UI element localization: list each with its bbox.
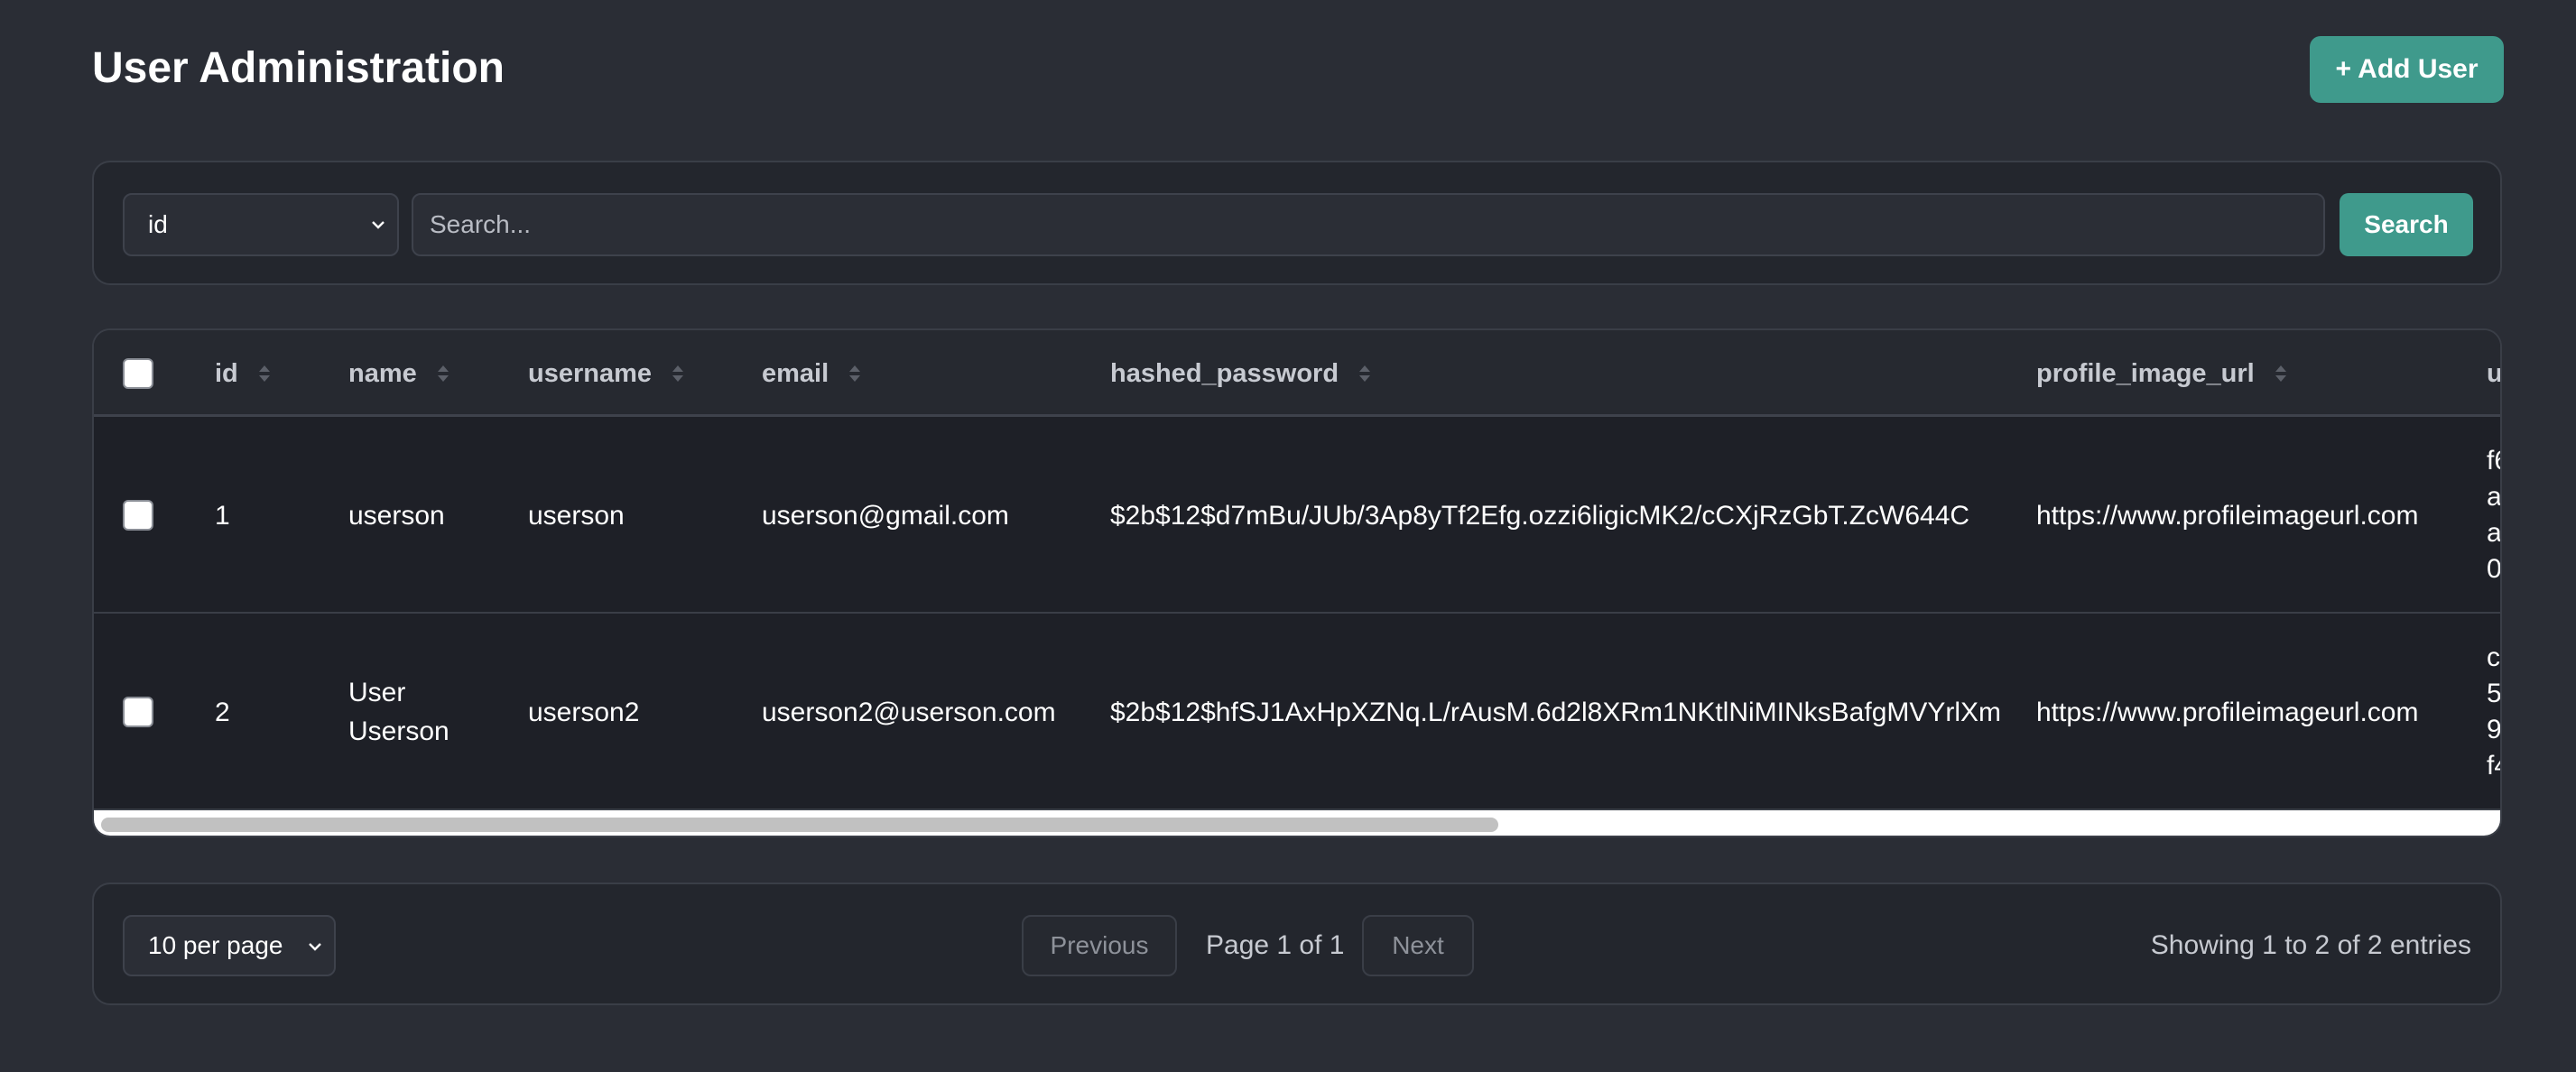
column-header-id[interactable]: id <box>215 330 271 417</box>
per-page-select[interactable]: 10 per page <box>123 915 336 976</box>
column-header-label: u <box>2487 358 2502 388</box>
cell-id: 1 <box>215 500 230 531</box>
entries-summary: Showing 1 to 2 of 2 entries <box>2150 930 2471 960</box>
table-row[interactable]: 2 User Userson userson2 userson2@userson… <box>94 614 2500 810</box>
column-header-email[interactable]: email <box>762 330 861 417</box>
search-panel: id Search <box>92 161 2502 285</box>
page-indicator: Page 1 of 1 <box>1206 930 1345 960</box>
cell-profile-image-url: https://www.profileimageurl.com <box>2036 697 2419 727</box>
cell-hashed-password: $2b$12$hfSJ1AxHpXZNq.L/rAusM.6d2l8XRm1NK… <box>1110 697 2002 727</box>
sort-icon <box>2275 365 2286 382</box>
next-button[interactable]: Next <box>1362 915 1474 976</box>
previous-button[interactable]: Previous <box>1022 915 1177 976</box>
search-field-select[interactable]: id <box>123 193 399 256</box>
column-header-label: name <box>348 358 417 388</box>
sort-icon <box>849 365 861 382</box>
column-header-username[interactable]: username <box>528 330 684 417</box>
cell-username: userson2 <box>528 697 640 727</box>
column-header-hashed-password[interactable]: hashed_password <box>1110 330 1371 417</box>
horizontal-scrollbar[interactable] <box>94 810 2500 836</box>
pagination-bar: 10 per page Previous Page 1 of 1 Next Sh… <box>92 883 2502 1005</box>
cell-id: 2 <box>215 697 230 727</box>
sort-icon <box>672 365 684 382</box>
search-button[interactable]: Search <box>2340 193 2473 256</box>
scrollbar-thumb[interactable] <box>101 818 1498 832</box>
search-field-value: id <box>148 210 168 238</box>
sort-icon <box>1359 365 1371 382</box>
add-user-button[interactable]: + Add User <box>2310 36 2504 103</box>
cell-truncated: f6 a1 ac 0 <box>2487 446 2502 584</box>
sort-icon <box>437 365 449 382</box>
chevron-down-icon <box>372 221 385 229</box>
cell-name: User Userson <box>348 678 449 746</box>
column-header-label: id <box>215 358 238 388</box>
column-header-name[interactable]: name <box>348 330 449 417</box>
column-header-truncated[interactable]: u <box>2487 330 2502 417</box>
cell-email: userson2@userson.com <box>762 697 1056 727</box>
sort-icon <box>258 365 270 382</box>
cell-hashed-password: $2b$12$d7mBu/JUb/3Ap8yTf2Efg.ozzi6ligicM… <box>1110 500 1970 531</box>
column-header-label: email <box>762 358 829 388</box>
cell-profile-image-url: https://www.profileimageurl.com <box>2036 500 2419 531</box>
cell-username: userson <box>528 500 625 531</box>
row-checkbox[interactable] <box>123 697 153 727</box>
column-header-label: hashed_password <box>1110 358 1339 388</box>
table-header: id name username email hashed_password p… <box>94 330 2500 417</box>
column-header-profile-image-url[interactable]: profile_image_url <box>2036 330 2287 417</box>
chevron-down-icon <box>309 943 321 951</box>
cell-truncated: c7 5 9 f4 <box>2487 642 2502 781</box>
row-checkbox[interactable] <box>123 500 153 531</box>
user-administration-page: User Administration + Add User id Search… <box>0 0 2576 1072</box>
cell-email: userson@gmail.com <box>762 500 1009 531</box>
table-row[interactable]: 1 userson userson userson@gmail.com $2b$… <box>94 417 2500 614</box>
per-page-value: 10 per page <box>148 931 283 959</box>
column-header-label: username <box>528 358 653 388</box>
search-input[interactable] <box>412 193 2325 256</box>
users-table: id name username email hashed_password p… <box>92 328 2502 837</box>
select-all-checkbox[interactable] <box>123 358 153 389</box>
page-title: User Administration <box>92 44 505 92</box>
column-header-label: profile_image_url <box>2036 358 2255 388</box>
cell-name: userson <box>348 500 445 531</box>
